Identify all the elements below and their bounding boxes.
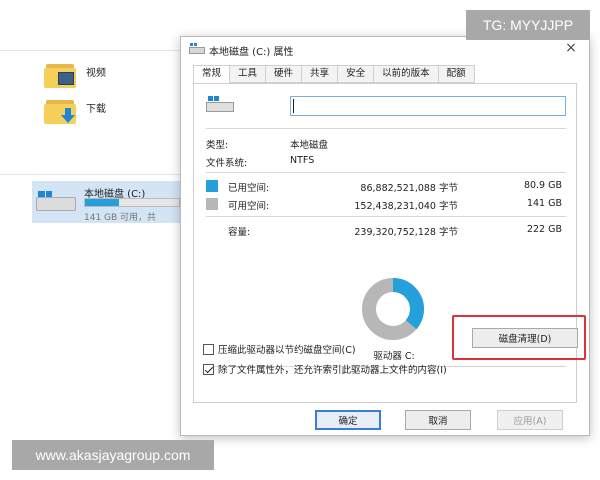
dialog-title: 本地磁盘 (C:) 属性 — [209, 47, 294, 58]
tab-tools[interactable]: 工具 — [230, 65, 267, 83]
drive-letter-label: 驱动器 C: — [373, 351, 415, 362]
capacity-size: 222 GB — [526, 224, 562, 235]
cancel-button[interactable]: 取消 — [405, 410, 471, 430]
compress-checkbox[interactable] — [203, 343, 214, 355]
used-space-label: 已用空间: — [228, 183, 270, 194]
used-space-size: 80.9 GB — [523, 180, 562, 191]
compress-checkbox-label[interactable]: 压缩此驱动器以节约磁盘空间(C) — [218, 342, 356, 356]
downloads-folder-icon[interactable] — [44, 98, 78, 124]
apply-button[interactable]: 应用(A) — [497, 410, 563, 430]
used-space-swatch — [206, 180, 218, 192]
used-space-bytes: 86,882,521,088 字节 — [360, 183, 458, 194]
drive-usage-bar — [84, 198, 180, 207]
index-checkbox[interactable] — [203, 363, 214, 375]
watermark-telegram: TG: MYYJJPP — [466, 10, 590, 40]
index-checkbox-label[interactable]: 除了文件属性外，还允许索引此驱动器上文件的内容(I) — [218, 362, 447, 376]
filesystem-value: NTFS — [290, 155, 315, 166]
disk-usage-donut — [362, 278, 424, 340]
filesystem-label: 文件系统: — [206, 158, 248, 169]
tab-previous-versions[interactable]: 以前的版本 — [374, 65, 439, 83]
drive-usage-fill — [85, 199, 120, 206]
tab-sharing[interactable]: 共享 — [302, 65, 339, 83]
free-space-bytes: 152,438,231,040 字节 — [354, 201, 458, 212]
videos-folder-icon[interactable] — [44, 62, 78, 88]
text-caret — [293, 99, 294, 113]
explorer-divider — [0, 174, 190, 175]
index-option[interactable]: 除了文件属性外，还允许索引此驱动器上文件的内容(I) — [203, 362, 447, 376]
divider — [206, 128, 566, 129]
drive-name-input[interactable] — [290, 96, 566, 116]
capacity-label: 容量: — [228, 227, 251, 238]
free-space-swatch — [206, 198, 218, 210]
capacity-bytes: 239,320,752,128 字节 — [354, 227, 458, 238]
drive-icon — [206, 96, 234, 114]
close-icon[interactable]: × — [563, 40, 579, 56]
drive-icon — [36, 189, 76, 213]
drive-properties-dialog: 本地磁盘 (C:) 属性 × 常规 工具 硬件 共享 安全 以前的版本 配额 类… — [180, 36, 590, 436]
ok-button[interactable]: 确定 — [315, 410, 381, 430]
tab-bar: 常规 工具 硬件 共享 安全 以前的版本 配额 — [193, 65, 475, 84]
type-label: 类型: — [206, 140, 229, 151]
explorer-item-videos[interactable]: 视频 — [86, 64, 106, 79]
compress-option[interactable]: 压缩此驱动器以节约磁盘空间(C) — [203, 342, 356, 356]
type-value: 本地磁盘 — [290, 140, 329, 151]
explorer-divider — [0, 50, 190, 51]
tab-hardware[interactable]: 硬件 — [266, 65, 303, 83]
dialog-titlebar[interactable]: 本地磁盘 (C:) 属性 × — [181, 37, 589, 61]
tab-security[interactable]: 安全 — [338, 65, 375, 83]
divider — [206, 216, 566, 217]
watermark-url: www.akasjayagroup.com — [12, 440, 214, 470]
explorer-drive-c[interactable]: 本地磁盘 (C:) 141 GB 可用，共 — [32, 181, 184, 223]
divider — [206, 172, 566, 173]
drive-icon — [189, 43, 205, 55]
free-space-label: 可用空间: — [228, 201, 270, 212]
drive-free-text: 141 GB 可用，共 — [84, 213, 157, 223]
tab-quota[interactable]: 配额 — [438, 65, 475, 83]
tab-general[interactable]: 常规 — [193, 65, 231, 84]
explorer-item-downloads[interactable]: 下载 — [86, 100, 106, 115]
free-space-size: 141 GB — [526, 198, 562, 209]
disk-cleanup-button[interactable]: 磁盘清理(D) — [472, 328, 578, 348]
